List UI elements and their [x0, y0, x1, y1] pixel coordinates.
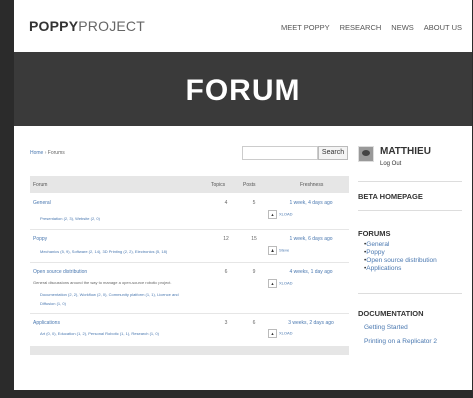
post-count: 9	[252, 269, 256, 275]
table-row: Poppy 12 15 1 week, 6 days ago ♟ Steve Me…	[30, 230, 349, 263]
table-row: Applications 3 6 3 weeks, 2 days ago ▲ XL…	[30, 314, 349, 347]
table-row: General 4 5 1 week, 4 days ago ▲ XLOAD Pr…	[30, 193, 349, 230]
divider	[358, 181, 462, 182]
last-author[interactable]: ▲ XLOAD	[268, 210, 293, 219]
author-name: Steve	[279, 247, 290, 253]
author-avatar-icon: ▲	[268, 279, 277, 288]
last-author[interactable]: ▲ XLOAD	[268, 279, 293, 288]
last-author[interactable]: ♟ Steve	[268, 246, 289, 255]
breadcrumb: Home › Forums	[30, 150, 65, 156]
forum-table: Forum Topics Posts Freshness General 4 5…	[30, 176, 349, 355]
top-navigation: POPPYPROJECT MEET POPPY RESEARCH NEWS AB…	[14, 0, 472, 52]
freshness-link[interactable]: 4 weeks, 1 day ago	[281, 269, 341, 275]
sidebar-forum-open-source[interactable]: Open source distribution	[364, 257, 436, 264]
author-name: XLOAD	[279, 280, 293, 286]
page-title: FORUM	[185, 74, 301, 107]
subforum-list[interactable]: Presentation (2, 3), Website (2, 0)	[40, 216, 100, 221]
page: POPPYPROJECT MEET POPPY RESEARCH NEWS AB…	[14, 0, 472, 390]
nav-research[interactable]: RESEARCH	[340, 23, 382, 32]
logout-link[interactable]: Log Out	[380, 161, 401, 167]
sidebar-forum-general[interactable]: General	[364, 241, 437, 248]
logo-light: PROJECT	[78, 18, 145, 34]
breadcrumb-separator: ›	[44, 150, 47, 156]
header-forum: Forum	[33, 182, 48, 188]
doc-getting-started[interactable]: Getting Started	[364, 324, 408, 331]
search-button[interactable]: Search	[318, 146, 348, 160]
forum-title[interactable]: General	[33, 200, 51, 206]
site-logo[interactable]: POPPYPROJECT	[29, 18, 145, 34]
subforum-list[interactable]: Art (0, 0), Education (1, 2), Personal R…	[40, 331, 159, 336]
post-count: 15	[251, 236, 257, 242]
author-name: XLOAD	[279, 330, 293, 336]
nav-news[interactable]: NEWS	[391, 23, 414, 32]
breadcrumb-current: Forums	[47, 150, 65, 156]
sidebar-forum-poppy[interactable]: Poppy	[364, 249, 437, 256]
table-footer	[30, 347, 349, 355]
main-nav: MEET POPPY RESEARCH NEWS ABOUT US	[281, 23, 462, 32]
user-avatar[interactable]	[358, 146, 374, 162]
subforum-list[interactable]: Documentation (2, 2), Workflow (2, 0), C…	[40, 292, 179, 297]
forum-title[interactable]: Open source distribution	[33, 269, 87, 275]
topic-count: 12	[223, 236, 229, 242]
nav-meet-poppy[interactable]: MEET POPPY	[281, 23, 330, 32]
header-topics: Topics	[211, 182, 226, 188]
divider	[358, 210, 462, 211]
forums-heading: FORUMS	[358, 229, 391, 238]
forum-title[interactable]: Poppy	[33, 236, 47, 242]
freshness-link[interactable]: 1 week, 4 days ago	[281, 200, 341, 206]
subforum-list-continued[interactable]: Diffusion (1, 0)	[40, 301, 66, 306]
table-header: Forum Topics Posts Freshness	[30, 176, 349, 193]
post-count: 5	[252, 200, 256, 206]
logo-bold: POPPY	[29, 18, 79, 34]
topic-count: 3	[224, 320, 228, 326]
post-count: 6	[252, 320, 256, 326]
documentation-heading: DOCUMENTATION	[358, 309, 424, 318]
beta-homepage-link[interactable]: BETA HOMEPAGE	[358, 192, 423, 201]
sidebar-forum-applications[interactable]: Applications	[364, 265, 437, 272]
last-author[interactable]: ▲ XLOAD	[268, 329, 293, 338]
nav-about-us[interactable]: ABOUT US	[424, 23, 462, 32]
header-freshness: Freshness	[300, 182, 324, 188]
topic-count: 4	[224, 200, 228, 206]
header-posts: Posts	[243, 182, 256, 188]
doc-printing-replicator[interactable]: Printing on a Replicator 2	[364, 338, 437, 345]
search-input[interactable]	[242, 146, 318, 160]
author-avatar-icon: ▲	[268, 210, 277, 219]
author-name: XLOAD	[279, 211, 293, 217]
hero-banner: FORUM	[14, 52, 472, 126]
forum-description: General discussions around the way to ma…	[33, 280, 172, 285]
subforum-list[interactable]: Mechanics (5, 9), Software (2, 14), 3D P…	[40, 249, 167, 254]
forum-title[interactable]: Applications	[33, 320, 60, 326]
table-row: Open source distribution 6 9 4 weeks, 1 …	[30, 263, 349, 314]
forums-list: General Poppy Open source distribution A…	[364, 241, 437, 273]
freshness-link[interactable]: 1 week, 6 days ago	[281, 236, 341, 242]
author-avatar-icon: ▲	[268, 329, 277, 338]
author-avatar-icon: ♟	[268, 246, 277, 255]
breadcrumb-home[interactable]: Home	[30, 150, 43, 156]
freshness-link[interactable]: 3 weeks, 2 days ago	[281, 320, 341, 326]
username[interactable]: MATTHIEU	[380, 146, 431, 157]
divider	[358, 293, 462, 294]
topic-count: 6	[224, 269, 228, 275]
